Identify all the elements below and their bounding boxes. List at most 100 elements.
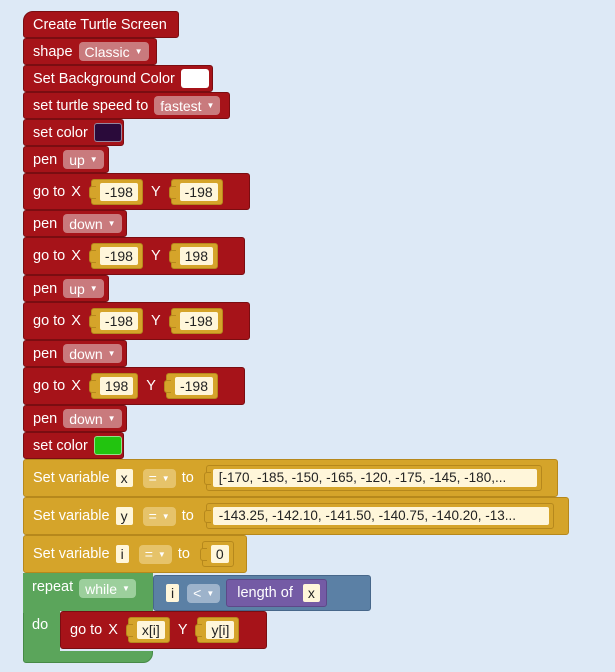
compare-operator-dropdown[interactable]: < ▼ <box>187 583 221 603</box>
x-number[interactable]: -198 <box>99 182 138 201</box>
pen-value: down <box>69 345 103 362</box>
set-color-block[interactable]: set color <box>23 119 124 146</box>
set-color-label: set color <box>33 437 88 454</box>
pen-dropdown[interactable]: up ▼ <box>63 150 104 169</box>
pen-block[interactable]: pen down ▼ <box>23 405 127 432</box>
set-variable-block[interactable]: Set variable i = ▼ to 0 <box>23 535 247 573</box>
goto-block[interactable]: go to X -198 Y -198 <box>23 173 250 210</box>
create-turtle-screen-block[interactable]: Create Turtle Screen <box>23 11 179 38</box>
y-number[interactable]: -198 <box>179 182 218 201</box>
pen-dropdown[interactable]: down ▼ <box>63 344 122 363</box>
y-number-block[interactable]: 198 <box>168 243 218 269</box>
x-number[interactable]: -198 <box>99 247 138 265</box>
pen-label: pen <box>33 151 58 168</box>
goto-block[interactable]: go to X 198 Y -198 <box>23 367 245 405</box>
pen-block[interactable]: pen up ▼ <box>23 275 109 302</box>
i-value[interactable]: 0 <box>210 545 229 563</box>
operator-dropdown[interactable]: = ▼ <box>142 506 176 526</box>
pen-dropdown[interactable]: up ▼ <box>63 279 104 298</box>
x-number-block[interactable]: -198 <box>88 178 143 205</box>
i-value-block[interactable]: 0 <box>199 541 234 567</box>
goto-block[interactable]: go to X -198 Y 198 <box>23 237 245 275</box>
operator-dropdown[interactable]: = ▼ <box>142 468 176 488</box>
repeat-mode-dropdown[interactable]: while ▼ <box>79 579 136 598</box>
length-of-block[interactable]: length of x <box>226 579 327 607</box>
pen-block[interactable]: pen up ▼ <box>23 146 109 173</box>
y-number-block[interactable]: -198 <box>168 178 223 205</box>
pen-label: pen <box>33 280 58 297</box>
operator-value: = <box>148 508 157 524</box>
speed-value: fastest <box>160 97 202 114</box>
shape-dropdown[interactable]: Classic ▼ <box>78 42 149 61</box>
x-list-value[interactable]: [-170, -185, -150, -165, -120, -175, -14… <box>212 469 537 487</box>
x-number[interactable]: 198 <box>99 377 134 395</box>
y-number[interactable]: -198 <box>174 377 213 395</box>
x-label: X <box>108 622 118 638</box>
y-number-block[interactable]: -198 <box>163 373 218 399</box>
x-expression-block[interactable]: x[i] <box>125 617 170 643</box>
dropdown-caret-icon: ▼ <box>161 511 170 521</box>
y-number[interactable]: 198 <box>179 247 213 265</box>
background-color-block[interactable]: Set Background Color <box>23 65 213 92</box>
variable-name[interactable]: i <box>115 545 129 563</box>
length-of-label: length of <box>237 585 293 601</box>
y-label: Y <box>177 622 188 638</box>
operator-dropdown[interactable]: = ▼ <box>138 544 172 564</box>
pen-value: up <box>69 280 85 297</box>
dropdown-caret-icon: ▼ <box>206 588 215 598</box>
variable-name[interactable]: y <box>115 507 133 525</box>
dropdown-caret-icon: ▼ <box>157 549 166 559</box>
y-expression[interactable]: y[i] <box>206 621 235 639</box>
x-label: X <box>71 313 81 329</box>
pen-block[interactable]: pen down ▼ <box>23 340 127 367</box>
length-of-variable[interactable]: x <box>302 584 320 602</box>
pen-label: pen <box>33 345 58 362</box>
pen-dropdown[interactable]: down ▼ <box>63 214 122 233</box>
x-expression[interactable]: x[i] <box>136 621 165 639</box>
x-label: X <box>71 378 81 394</box>
background-color-swatch[interactable] <box>180 69 209 88</box>
repeat-label: repeat <box>32 579 74 595</box>
turtle-speed-block[interactable]: set turtle speed to fastest ▼ <box>23 92 230 119</box>
goto-block[interactable]: go to X -198 Y -198 <box>23 302 250 340</box>
compare-operator-value: < <box>193 585 202 601</box>
x-number-block[interactable]: 198 <box>88 373 139 399</box>
set-color-block[interactable]: set color <box>23 432 124 459</box>
set-variable-block[interactable]: Set variable x = ▼ to [-170, -185, -150,… <box>23 459 558 497</box>
color-swatch[interactable] <box>93 123 122 142</box>
pen-block[interactable]: pen down ▼ <box>23 210 127 237</box>
operator-value: = <box>148 470 157 486</box>
y-list-value[interactable]: -143.25, -142.10, -141.50, -140.75, -140… <box>212 507 549 525</box>
set-variable-label: Set variable <box>33 470 110 486</box>
compare-block[interactable]: i < ▼ length of x <box>153 575 371 611</box>
set-variable-label: Set variable <box>33 546 110 562</box>
background-color-label: Set Background Color <box>33 70 175 87</box>
variable-name[interactable]: x <box>115 469 133 487</box>
list-value-block[interactable]: -143.25, -142.10, -141.50, -140.75, -140… <box>203 503 554 529</box>
list-value-block[interactable]: [-170, -185, -150, -165, -120, -175, -14… <box>203 465 542 491</box>
x-number-block[interactable]: -198 <box>88 243 143 269</box>
y-expression-block[interactable]: y[i] <box>195 617 240 643</box>
goto-label: go to <box>33 313 66 329</box>
y-number-block[interactable]: -198 <box>168 308 223 334</box>
repeat-mode-value: while <box>85 580 118 597</box>
shape-block[interactable]: shape Classic ▼ <box>23 38 157 65</box>
y-label: Y <box>150 183 161 200</box>
y-number[interactable]: -198 <box>179 312 218 330</box>
compare-left-variable[interactable]: i <box>166 584 180 602</box>
dropdown-caret-icon: ▼ <box>161 473 170 483</box>
x-number[interactable]: -198 <box>99 312 138 330</box>
do-label: do <box>32 617 49 633</box>
color-swatch[interactable] <box>93 436 122 455</box>
goto-label: go to <box>70 622 103 638</box>
speed-dropdown[interactable]: fastest ▼ <box>154 96 221 115</box>
repeat-header[interactable]: repeat while ▼ <box>23 573 153 613</box>
loop-goto-block[interactable]: go to X x[i] Y y[i] <box>60 611 267 649</box>
x-number-block[interactable]: -198 <box>88 308 143 334</box>
pen-dropdown[interactable]: down ▼ <box>63 409 122 428</box>
dropdown-caret-icon: ▼ <box>107 414 116 423</box>
pen-value: down <box>69 410 103 427</box>
shape-label: shape <box>33 43 73 60</box>
set-variable-block[interactable]: Set variable y = ▼ to -143.25, -142.10, … <box>23 497 569 535</box>
dropdown-caret-icon: ▼ <box>89 155 98 164</box>
